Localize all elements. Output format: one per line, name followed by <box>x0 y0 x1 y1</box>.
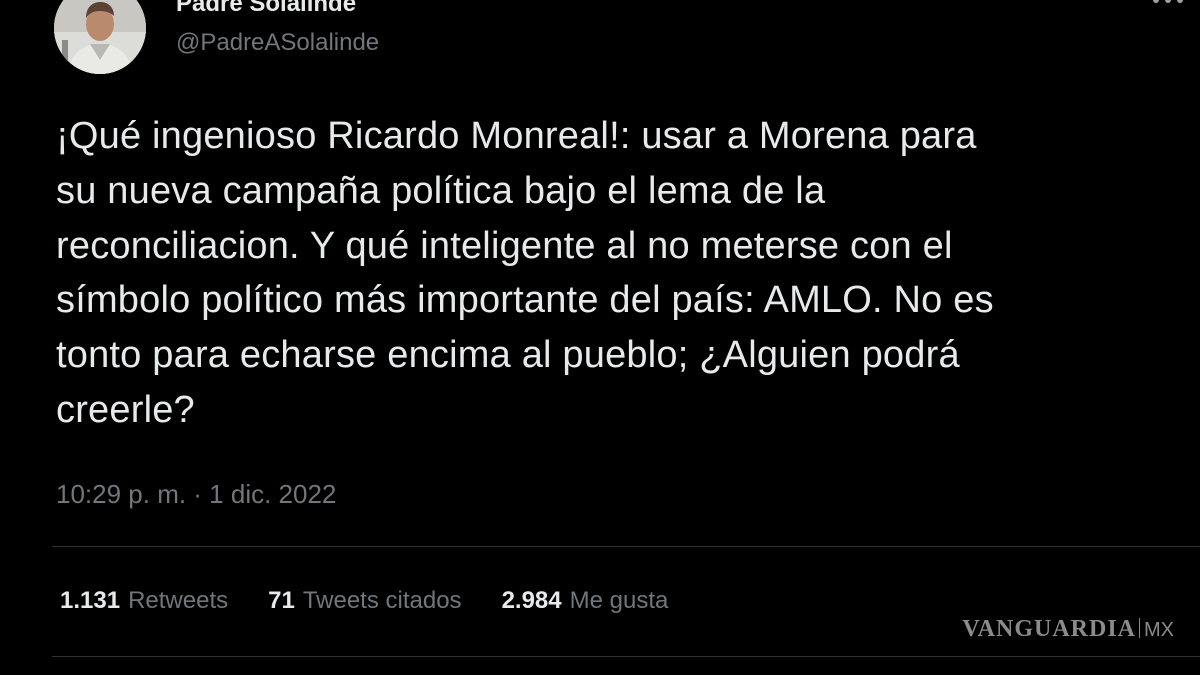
author-handle[interactable]: @PadreASolalinde <box>176 28 379 58</box>
tweet-stats: 1.131 Retweets 71 Tweets citados 2.984 M… <box>60 585 708 617</box>
retweets-stat[interactable]: 1.131 Retweets <box>60 585 228 617</box>
retweets-label: Retweets <box>128 587 229 614</box>
likes-stat[interactable]: 2.984 Me gusta <box>502 585 669 617</box>
watermark-separator <box>1139 618 1140 638</box>
divider <box>52 546 1200 547</box>
likes-label: Me gusta <box>569 587 669 614</box>
tweet-timestamp[interactable]: 10:29 p. m. · 1 dic. 2022 <box>56 478 336 510</box>
watermark-suffix: MX <box>1144 619 1174 641</box>
more-options-icon[interactable] <box>1148 0 1188 10</box>
author-avatar[interactable] <box>54 0 146 74</box>
tweet-text: ¡Qué ingenioso Ricardo Monreal!: usar a … <box>56 115 994 431</box>
likes-count: 2.984 <box>501 587 562 614</box>
quote-tweets-stat[interactable]: 71 Tweets citados <box>268 585 461 617</box>
watermark-logo: VANGUARDIA MX <box>962 616 1174 643</box>
quote-tweets-count: 71 <box>268 587 295 614</box>
watermark-brand: VANGUARDIA <box>962 616 1136 642</box>
divider <box>52 656 1200 657</box>
avatar-photo <box>54 0 146 74</box>
tweet-card: Padre Solalinde @PadreASolalinde ¡Qué in… <box>0 0 1200 675</box>
retweets-count: 1.131 <box>60 587 121 614</box>
author-display-name[interactable]: Padre Solalinde <box>176 0 356 18</box>
quote-tweets-label: Tweets citados <box>302 587 462 614</box>
